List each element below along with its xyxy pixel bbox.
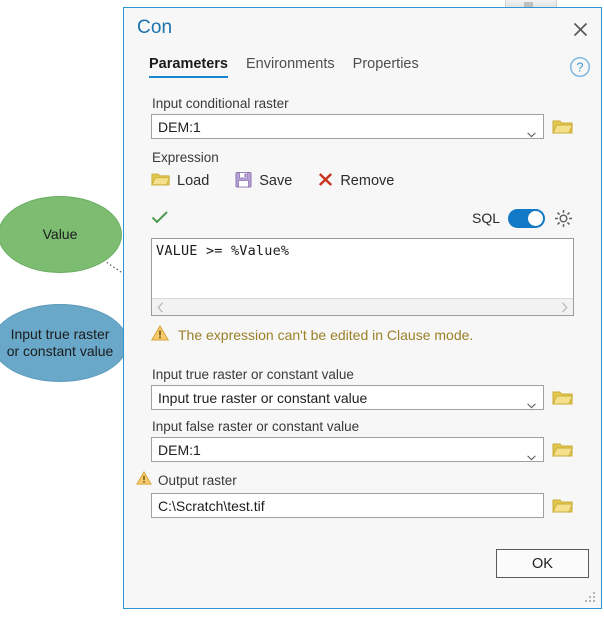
red-x-icon xyxy=(318,172,333,191)
tab-environments-label: Environments xyxy=(246,56,335,72)
load-expression-button[interactable]: Load xyxy=(151,171,209,191)
tab-parameters[interactable]: Parameters xyxy=(149,56,237,78)
browse-output-raster-button[interactable] xyxy=(551,496,574,516)
field-output-raster: Output raster C:\Scratch\test.tif xyxy=(124,471,601,518)
output-raster-input[interactable]: C:\Scratch\test.tif xyxy=(151,493,544,518)
remove-expression-button[interactable]: Remove xyxy=(318,172,394,191)
input-true-raster-select[interactable]: Input true raster or constant value xyxy=(151,385,544,410)
dialog-tabs: Parameters Environments Properties xyxy=(149,56,428,84)
browse-input-false-raster-button[interactable] xyxy=(551,440,574,460)
label-line-2: or constant value xyxy=(6,343,114,359)
model-element-value-label: Value xyxy=(42,226,78,242)
chevron-down-icon xyxy=(527,396,536,414)
dialog-title-bar: Con xyxy=(124,8,601,50)
tab-properties-label: Properties xyxy=(352,56,419,72)
chevron-down-icon xyxy=(527,125,536,143)
input-conditional-raster-value: DEM:1 xyxy=(158,118,201,135)
input-false-raster-value: DEM:1 xyxy=(158,441,201,458)
expression-horizontal-scrollbar[interactable] xyxy=(152,298,573,315)
warning-triangle-icon xyxy=(150,324,170,346)
open-folder-icon xyxy=(151,171,171,191)
model-element-value[interactable]: Value xyxy=(0,196,122,273)
expression-toolbar: Load Save Remove xyxy=(151,169,574,193)
warning-triangle-icon xyxy=(136,471,152,490)
input-false-raster-select[interactable]: DEM:1 xyxy=(151,437,544,462)
dialog-content: Input conditional raster DEM:1 Expressio… xyxy=(124,96,601,608)
expression-editor[interactable]: VALUE >= %Value% xyxy=(151,238,574,316)
output-raster-label-row: Output raster xyxy=(136,471,574,490)
remove-expression-label: Remove xyxy=(340,173,395,189)
label-line-1: Input true raster xyxy=(10,326,110,342)
browse-input-conditional-raster-button[interactable] xyxy=(551,117,574,137)
floppy-disk-icon xyxy=(235,171,252,192)
scroll-right-icon[interactable] xyxy=(561,301,568,313)
field-input-conditional-raster: Input conditional raster DEM:1 xyxy=(124,96,601,139)
con-tool-dialog: Con Parameters Environments Properties ?… xyxy=(123,7,602,609)
dialog-footer: OK xyxy=(496,549,589,578)
expression-section: Expression Load Save Remove SQL VALUE >=… xyxy=(124,150,601,345)
model-element-input-true-raster-label: Input true raster or constant value xyxy=(7,326,114,360)
input-true-raster-label: Input true raster or constant value xyxy=(152,367,354,382)
gear-icon[interactable] xyxy=(553,208,574,229)
expression-validate-row: SQL xyxy=(151,206,574,230)
model-element-input-true-raster[interactable]: Input true raster or constant value xyxy=(0,304,128,382)
chevron-down-icon xyxy=(527,448,536,466)
input-true-raster-value: Input true raster or constant value xyxy=(158,389,368,406)
sql-label: SQL xyxy=(471,210,500,226)
expression-warning-message: The expression can't be edited in Clause… xyxy=(150,324,574,346)
ok-button[interactable]: OK xyxy=(496,549,589,578)
tab-properties[interactable]: Properties xyxy=(344,56,428,78)
sql-mode-toggle[interactable] xyxy=(508,208,545,228)
expression-label: Expression xyxy=(152,150,219,165)
sql-mode-group: SQL xyxy=(472,208,574,229)
save-expression-label: Save xyxy=(259,173,293,189)
question-circle-icon[interactable]: ? xyxy=(569,56,591,78)
scroll-left-icon[interactable] xyxy=(157,301,164,313)
green-check-icon xyxy=(151,210,169,226)
input-conditional-raster-select[interactable]: DEM:1 xyxy=(151,114,544,139)
page-title: Con xyxy=(137,17,173,38)
browse-input-true-raster-button[interactable] xyxy=(551,388,574,408)
expression-text[interactable]: VALUE >= %Value% xyxy=(152,239,573,298)
field-input-true-raster: Input true raster or constant value Inpu… xyxy=(124,367,601,410)
tab-environments[interactable]: Environments xyxy=(237,56,344,78)
save-expression-button[interactable]: Save xyxy=(235,171,292,192)
svg-text:?: ? xyxy=(577,61,584,75)
expression-warning-text: The expression can't be edited in Clause… xyxy=(178,327,474,343)
input-conditional-raster-label: Input conditional raster xyxy=(152,96,289,111)
resize-grip[interactable] xyxy=(585,592,597,604)
output-raster-label: Output raster xyxy=(158,473,237,488)
toggle-knob xyxy=(528,210,543,226)
input-false-raster-label: Input false raster or constant value xyxy=(152,419,360,434)
close-icon[interactable] xyxy=(568,18,592,40)
field-input-false-raster: Input false raster or constant value DEM… xyxy=(124,419,601,462)
tab-parameters-label: Parameters xyxy=(149,56,228,72)
load-expression-label: Load xyxy=(177,173,210,189)
